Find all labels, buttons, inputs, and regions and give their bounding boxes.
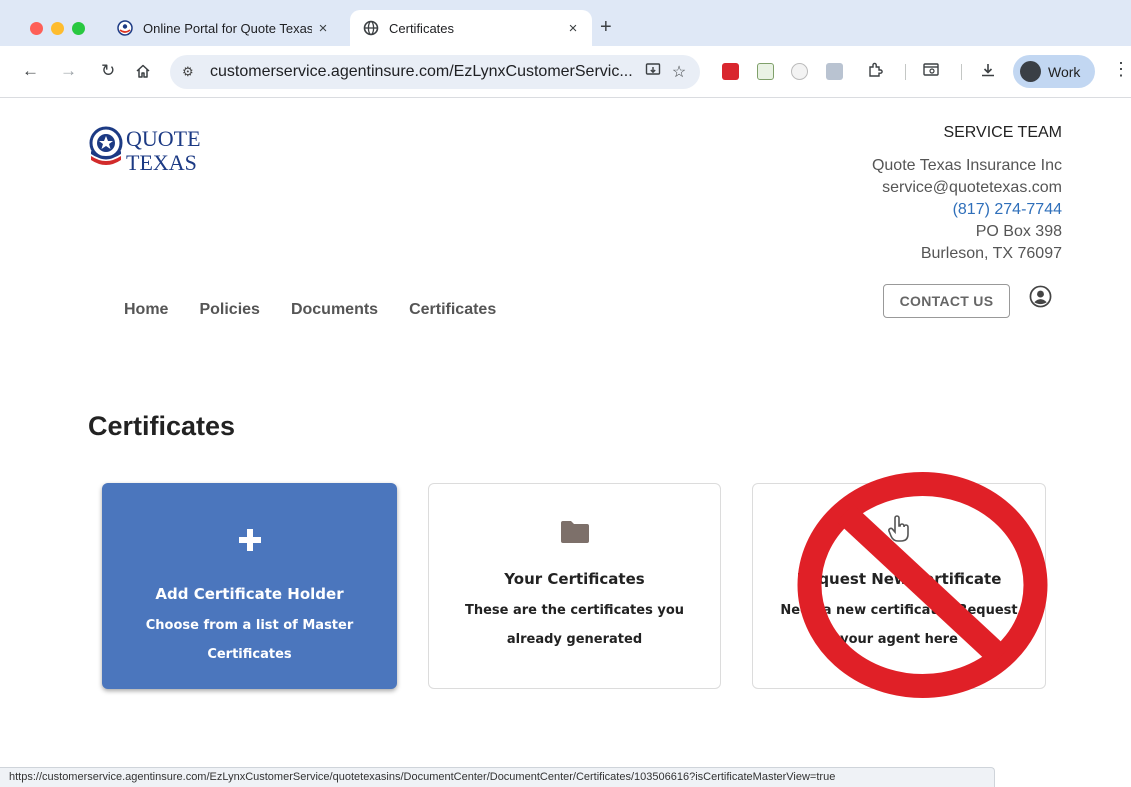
user-account-icon[interactable]: [1029, 285, 1052, 308]
company-name: Quote Texas Insurance Inc: [871, 157, 1062, 174]
card-title: Request New Certificate: [796, 570, 1002, 588]
nav-home[interactable]: Home: [124, 301, 168, 319]
extensions-puzzle-icon[interactable]: [867, 61, 885, 85]
main-nav: Home Policies Documents Certificates: [124, 301, 496, 319]
address-line: PO Box 398: [975, 223, 1062, 240]
avatar: [1020, 61, 1041, 82]
logo-text: QUOTE: [126, 126, 201, 151]
toolbar-divider: [905, 64, 906, 80]
logo-emblem-icon: [89, 126, 123, 165]
profile-button[interactable]: Work: [1013, 55, 1095, 88]
maximize-window-button[interactable]: [72, 22, 85, 35]
toolbar-divider: [961, 64, 962, 80]
quote-texas-favicon-icon: [116, 19, 134, 37]
profile-label: Work: [1048, 63, 1081, 80]
nav-documents[interactable]: Documents: [291, 301, 378, 319]
service-email: service@quotetexas.com: [882, 179, 1062, 196]
extension-icon[interactable]: [757, 63, 774, 80]
browser-toolbar: ← → ↻ ⚙ customerservice.agentinsure.com/…: [0, 46, 1131, 98]
folder-icon: [429, 520, 720, 550]
nav-certificates[interactable]: Certificates: [409, 301, 496, 319]
page-title: Certificates: [88, 411, 236, 441]
request-new-certificate-card[interactable]: Request New Certificate Need a new certi…: [752, 483, 1046, 689]
reload-icon[interactable]: ↻: [101, 61, 115, 81]
tab-online-portal[interactable]: Online Portal for Quote Texas ×: [104, 10, 342, 46]
home-icon[interactable]: [135, 61, 151, 84]
service-team-info: SERVICE TEAM Quote Texas Insurance Inc s…: [872, 122, 1062, 265]
tab-close-icon[interactable]: ×: [562, 20, 584, 37]
globe-icon: [362, 19, 380, 37]
address-line: Burleson, TX 76097: [920, 245, 1062, 262]
back-arrow-icon[interactable]: ←: [22, 61, 39, 81]
card-title: Add Certificate Holder: [155, 585, 344, 603]
install-app-icon[interactable]: [640, 62, 666, 83]
more-menu-icon[interactable]: ⋮: [1112, 59, 1130, 80]
browser-window: Online Portal for Quote Texas × Certific…: [0, 0, 1131, 787]
tab-search-icon[interactable]: [922, 61, 940, 85]
nav-policies[interactable]: Policies: [199, 301, 259, 319]
bookmark-star-icon[interactable]: ☆: [666, 62, 692, 82]
forward-arrow-icon[interactable]: →: [60, 61, 77, 81]
quote-texas-logo[interactable]: QUOTE TEXAS: [89, 124, 201, 180]
card-title: Your Certificates: [504, 570, 645, 588]
logo-text: TEXAS: [126, 150, 197, 175]
tab-title: Certificates: [389, 20, 455, 36]
pointing-hand-icon: [753, 514, 1045, 544]
web-page: QUOTE TEXAS SERVICE TEAM Quote Texas Ins…: [0, 98, 1131, 787]
card-description: Choose from a list of Master Certificate…: [145, 618, 354, 662]
site-settings-icon[interactable]: ⚙: [182, 64, 200, 80]
add-certificate-holder-card[interactable]: Add Certificate Holder Choose from a lis…: [102, 483, 397, 689]
close-window-button[interactable]: [30, 22, 43, 35]
plus-icon: [102, 527, 397, 557]
tab-certificates[interactable]: Certificates ×: [350, 10, 592, 46]
new-tab-button[interactable]: +: [600, 16, 612, 38]
minimize-window-button[interactable]: [51, 22, 64, 35]
tab-title: Online Portal for Quote Texas: [143, 20, 312, 36]
password-extension-icon[interactable]: [722, 63, 739, 80]
code-extension-icon[interactable]: [826, 63, 843, 80]
your-certificates-card[interactable]: Your Certificates These are the certific…: [428, 483, 721, 689]
service-team-heading: SERVICE TEAM: [943, 124, 1062, 141]
tab-close-icon[interactable]: ×: [312, 20, 334, 37]
service-phone-link[interactable]: (817) 274-7744: [872, 199, 1062, 221]
card-description: Need a new certificate? Request your age…: [780, 603, 1018, 647]
status-bar-url: https://customerservice.agentinsure.com/…: [0, 767, 995, 787]
url-text[interactable]: customerservice.agentinsure.com/EzLynxCu…: [210, 63, 640, 81]
address-bar[interactable]: ⚙ customerservice.agentinsure.com/EzLynx…: [170, 55, 700, 89]
card-description: These are the certificates you already g…: [464, 603, 685, 647]
extension-icon[interactable]: [791, 63, 808, 80]
contact-us-button[interactable]: CONTACT US: [883, 284, 1010, 318]
download-icon[interactable]: [979, 61, 997, 85]
